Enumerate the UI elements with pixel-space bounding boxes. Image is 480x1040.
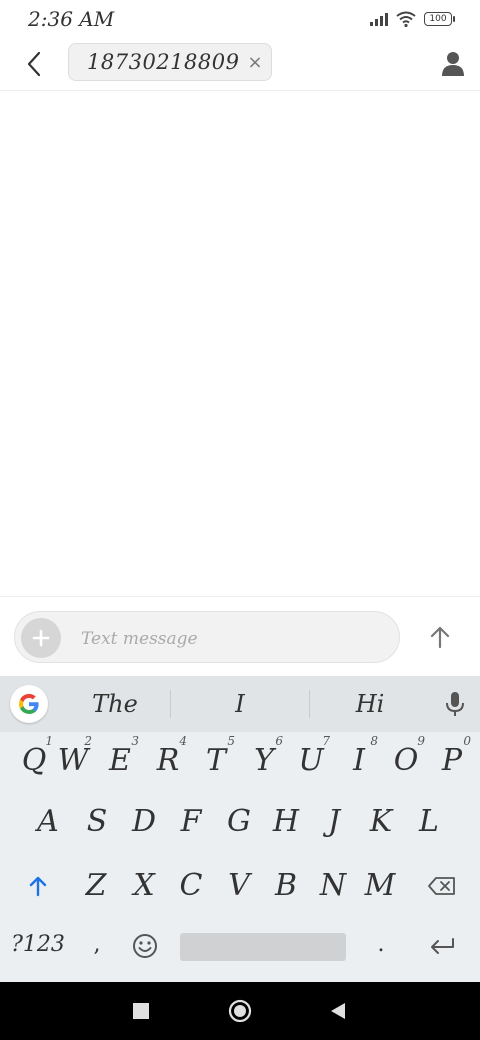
key-hint: 8: [370, 734, 378, 748]
key-e[interactable]: E3: [100, 734, 140, 786]
key-l[interactable]: L: [409, 797, 449, 847]
key-y[interactable]: Y6: [244, 734, 284, 786]
key-s[interactable]: S: [77, 797, 117, 847]
status-time: 2:36 AM: [28, 7, 115, 31]
emoji-key[interactable]: [128, 929, 162, 963]
status-bar: 2:36 AM 100: [0, 0, 480, 40]
key-hint: 6: [275, 734, 283, 748]
plus-icon: [32, 629, 50, 647]
back-button[interactable]: [20, 48, 48, 80]
enter-icon: [431, 938, 454, 954]
voice-input-button[interactable]: [444, 690, 466, 718]
keyboard: The I Hi Q1 W2 E3 R4 T5 Y6 U7 I8 O9 P0 A…: [0, 676, 480, 982]
key-z[interactable]: Z: [76, 861, 116, 911]
suggestion-bar: The I Hi: [0, 676, 480, 732]
key-hint: 1: [45, 734, 53, 748]
key-b[interactable]: B: [266, 861, 306, 911]
key-o[interactable]: O9: [386, 734, 426, 786]
key-h[interactable]: H: [266, 797, 306, 847]
google-icon: [18, 693, 39, 714]
message-input[interactable]: [79, 624, 383, 654]
key-a[interactable]: A: [28, 797, 68, 847]
wifi-icon: [396, 11, 416, 27]
arrow-up-icon: [430, 626, 450, 649]
key-hint: 2: [84, 734, 92, 748]
spacebar-key[interactable]: [180, 933, 346, 961]
key-n[interactable]: N: [313, 861, 353, 911]
key-d[interactable]: D: [124, 797, 164, 847]
status-icons: 100: [370, 11, 455, 27]
key-w[interactable]: W2: [53, 734, 93, 786]
compose-bar: [0, 596, 480, 677]
suggestion-3[interactable]: Hi: [310, 686, 430, 722]
key-p[interactable]: P0: [432, 734, 472, 786]
recipient-chip[interactable]: 18730218809 ×: [68, 43, 272, 81]
add-attachment-button[interactable]: [21, 618, 61, 658]
key-u[interactable]: U7: [291, 734, 331, 786]
backspace-icon: [428, 877, 455, 895]
key-t[interactable]: T5: [196, 734, 236, 786]
comma-key[interactable]: ,: [84, 925, 110, 965]
period-key[interactable]: .: [368, 925, 394, 965]
smiley-icon: [133, 934, 157, 958]
back-nav-button[interactable]: [330, 1002, 346, 1020]
key-hint: 0: [463, 734, 471, 748]
key-f[interactable]: F: [171, 797, 211, 847]
key-v[interactable]: V: [219, 861, 259, 911]
navigation-bar: [0, 982, 480, 1040]
key-k[interactable]: K: [361, 797, 401, 847]
key-hint: 3: [131, 734, 139, 748]
key-hint: 4: [179, 734, 187, 748]
backspace-key[interactable]: [420, 861, 464, 911]
key-m[interactable]: M: [360, 861, 400, 911]
person-icon: [442, 52, 464, 76]
microphone-icon: [446, 692, 464, 716]
remove-recipient-icon[interactable]: ×: [247, 52, 262, 73]
key-j[interactable]: J: [314, 797, 354, 847]
home-button[interactable]: [228, 999, 252, 1023]
google-button[interactable]: [10, 685, 48, 723]
shift-key[interactable]: [18, 861, 58, 911]
recents-button[interactable]: [133, 1003, 149, 1019]
suggestion-2[interactable]: I: [171, 686, 309, 722]
key-g[interactable]: G: [219, 797, 259, 847]
key-hint: 7: [322, 734, 330, 748]
key-i[interactable]: I8: [339, 734, 379, 786]
key-r[interactable]: R4: [148, 734, 188, 786]
key-x[interactable]: X: [124, 861, 164, 911]
conversation-header: 18730218809 ×: [0, 40, 480, 91]
key-hint: 5: [227, 734, 235, 748]
enter-key[interactable]: [420, 926, 464, 966]
contact-button[interactable]: [440, 50, 466, 78]
shift-arrow-icon: [29, 876, 47, 897]
battery-icon: 100: [424, 12, 455, 26]
home-circle-icon: [228, 999, 252, 1023]
signal-icon: [370, 12, 388, 26]
key-c[interactable]: C: [171, 861, 211, 911]
key-hint: 9: [417, 734, 425, 748]
compose-field: [14, 611, 400, 663]
triangle-back-icon: [331, 1003, 345, 1019]
suggestion-1[interactable]: The: [60, 686, 170, 722]
key-q[interactable]: Q1: [14, 734, 54, 786]
symbols-key[interactable]: ?123: [8, 925, 68, 965]
chevron-left-icon: [27, 51, 41, 77]
recipient-number: 18730218809: [87, 50, 240, 74]
message-list: [0, 91, 480, 596]
send-button[interactable]: [424, 621, 456, 653]
